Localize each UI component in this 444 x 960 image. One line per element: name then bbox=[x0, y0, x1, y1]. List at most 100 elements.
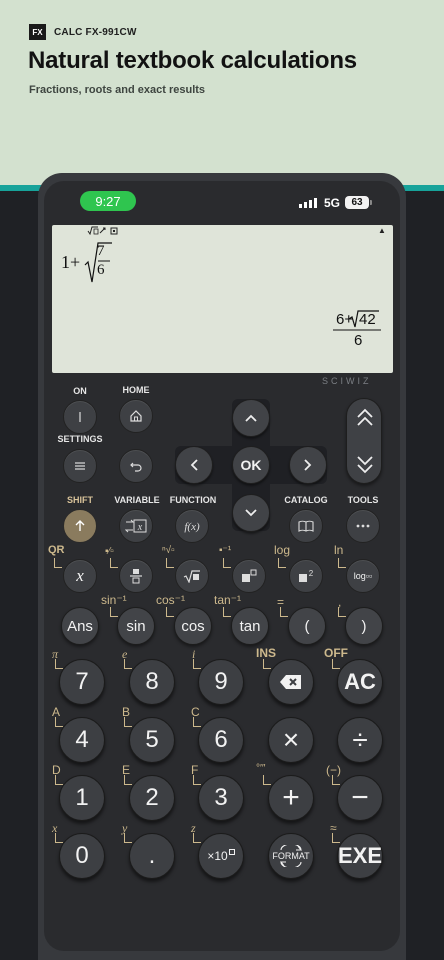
x-var-shift-leader bbox=[55, 833, 63, 843]
svg-text:2: 2 bbox=[309, 569, 314, 578]
y-var-shift-leader bbox=[124, 833, 132, 843]
home-button[interactable] bbox=[119, 399, 153, 433]
delete-button[interactable] bbox=[268, 659, 314, 705]
catalog-button[interactable] bbox=[289, 509, 323, 543]
fraction-button[interactable] bbox=[119, 559, 153, 593]
rparen-shift-leader bbox=[338, 607, 346, 617]
key-9[interactable]: 9 bbox=[198, 659, 244, 705]
ln-shift-label: ln bbox=[334, 543, 344, 557]
inverse-shift-leader bbox=[223, 558, 231, 568]
ok-button[interactable]: OK bbox=[232, 446, 270, 484]
battery-icon: 63 bbox=[345, 196, 369, 209]
square-icon: 2 bbox=[299, 569, 314, 582]
fraction-shift-leader bbox=[110, 558, 118, 568]
sqrt-button[interactable] bbox=[175, 559, 209, 593]
shift-button[interactable] bbox=[63, 509, 97, 543]
chevron-left-icon bbox=[190, 459, 198, 471]
result-numerator-prefix: 6+ bbox=[336, 311, 354, 328]
tan-shift-label: tan⁻¹ bbox=[214, 593, 242, 607]
key-7[interactable]: 7 bbox=[59, 659, 105, 705]
log-shift-leader bbox=[278, 558, 286, 568]
ln-shift-leader bbox=[338, 558, 346, 568]
x-shift-label: QR bbox=[48, 544, 65, 556]
cos-shift-leader bbox=[166, 607, 174, 617]
expr-prefix: 1+ bbox=[61, 252, 81, 272]
brand-name: CALC FX-991CW bbox=[54, 26, 137, 38]
page-up-icon bbox=[357, 408, 373, 426]
subline: Fractions, roots and exact results bbox=[29, 84, 206, 96]
function-button[interactable]: f(x) bbox=[175, 509, 209, 543]
key-3[interactable]: 3 bbox=[198, 775, 244, 821]
power-icon bbox=[79, 412, 81, 422]
back-button[interactable] bbox=[119, 449, 153, 483]
tools-label: TOOLS bbox=[347, 495, 379, 505]
exe-button[interactable]: EXE bbox=[337, 833, 383, 879]
home-icon bbox=[130, 410, 142, 422]
settings-label: SETTINGS bbox=[57, 434, 103, 444]
on-button[interactable] bbox=[63, 400, 97, 434]
minus-button[interactable]: − bbox=[337, 775, 383, 821]
ac-button[interactable]: AC bbox=[337, 659, 383, 705]
chevron-down-icon bbox=[245, 509, 257, 517]
approx-shift-leader bbox=[332, 833, 340, 843]
inverse-shift-icon: ▪⁻¹ bbox=[219, 545, 232, 556]
decimal-button[interactable]: . bbox=[129, 833, 175, 879]
key-1[interactable]: 1 bbox=[59, 775, 105, 821]
exp10-exponent-box bbox=[228, 849, 235, 855]
dpad-right-button[interactable] bbox=[289, 446, 327, 484]
catalog-label: CATALOG bbox=[284, 495, 328, 505]
lparen-button[interactable]: ( bbox=[288, 607, 326, 645]
square-button[interactable]: 2 bbox=[289, 559, 323, 593]
more-icon bbox=[356, 524, 370, 528]
d-shift-leader bbox=[55, 775, 63, 785]
variable-label: VARIABLE bbox=[114, 495, 160, 505]
divide-button[interactable]: ÷ bbox=[337, 717, 383, 763]
root-shift-leader bbox=[166, 558, 174, 568]
sin-shift-leader bbox=[110, 607, 118, 617]
i-shift-leader bbox=[193, 659, 201, 669]
key-8[interactable]: 8 bbox=[129, 659, 175, 705]
format-button[interactable]: FORMAT bbox=[268, 833, 314, 879]
rparen-button[interactable]: ) bbox=[345, 607, 383, 645]
svg-text:x: x bbox=[137, 522, 143, 533]
scroll-rocker[interactable] bbox=[346, 398, 382, 484]
power-button[interactable] bbox=[232, 559, 266, 593]
ans-button[interactable]: Ans bbox=[61, 607, 99, 645]
tools-button[interactable] bbox=[346, 509, 380, 543]
multiply-button[interactable]: × bbox=[268, 717, 314, 763]
sin-button[interactable]: sin bbox=[117, 607, 155, 645]
variable-button[interactable]: x bbox=[119, 509, 153, 543]
device-brand-strip: SCIWIZ bbox=[322, 376, 372, 386]
cos-button[interactable]: cos bbox=[174, 607, 212, 645]
key-2[interactable]: 2 bbox=[129, 775, 175, 821]
dpad-down-button[interactable] bbox=[232, 494, 270, 532]
key-4[interactable]: 4 bbox=[59, 717, 105, 763]
plus-button[interactable]: + bbox=[268, 775, 314, 821]
status-time: 9:27 bbox=[80, 191, 136, 211]
e-shift-leader bbox=[124, 659, 132, 669]
c-shift-leader bbox=[193, 717, 201, 727]
expr-denominator: 6 bbox=[97, 262, 105, 278]
tan-button[interactable]: tan bbox=[231, 607, 269, 645]
dpad-left-button[interactable] bbox=[175, 446, 213, 484]
chevron-up-icon bbox=[245, 414, 257, 422]
key-0[interactable]: 0 bbox=[59, 833, 105, 879]
key-6[interactable]: 6 bbox=[198, 717, 244, 763]
format-arrow-bottom-icon bbox=[279, 861, 302, 867]
chevron-right-icon bbox=[304, 459, 312, 471]
root-shift-icon: ⁿ√▫ bbox=[162, 545, 175, 556]
b-shift-leader bbox=[124, 717, 132, 727]
brand-logo: FX bbox=[29, 24, 46, 40]
fraction-shift-icon: ▪⁄▫ bbox=[105, 546, 114, 557]
dpad-up-button[interactable] bbox=[232, 399, 270, 437]
brand: FX CALC FX-991CW bbox=[29, 24, 137, 40]
exp10-button[interactable]: ×10 bbox=[198, 833, 244, 879]
x-button[interactable]: x bbox=[63, 559, 97, 593]
key-5[interactable]: 5 bbox=[129, 717, 175, 763]
sliders-icon bbox=[75, 462, 85, 470]
settings-button[interactable] bbox=[63, 449, 97, 483]
log-base-button[interactable]: log▫▫ bbox=[346, 559, 380, 593]
on-label: ON bbox=[73, 386, 87, 396]
arrow-up-icon bbox=[75, 520, 85, 531]
shift-label: SHIFT bbox=[67, 495, 93, 505]
